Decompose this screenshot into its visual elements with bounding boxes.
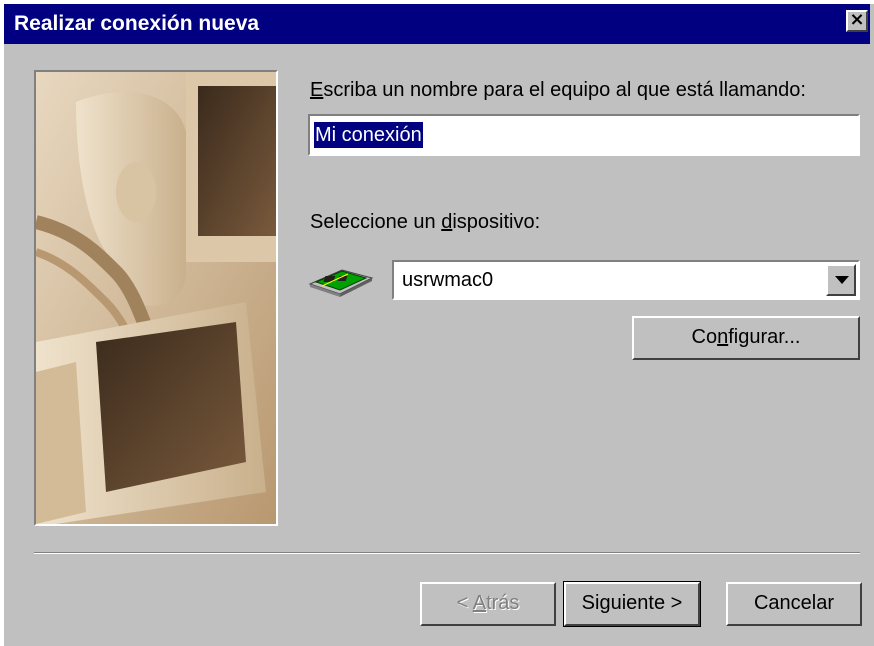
network-card-icon [308, 269, 374, 297]
window-title: Realizar conexión nueva [14, 12, 260, 35]
computer-phone-illustration [36, 72, 276, 524]
new-connection-dialog: Realizar conexión nueva × Escriba un nom… [0, 0, 874, 646]
close-icon: × [849, 9, 865, 30]
back-button[interactable]: < Atrás [420, 582, 556, 626]
connection-name-value: Mi conexión [314, 122, 423, 148]
cancel-button[interactable]: Cancelar [726, 582, 862, 626]
chevron-down-icon [835, 276, 849, 284]
device-select-value: usrwmac0 [402, 269, 494, 291]
device-label: Seleccione un dispositivo: [310, 211, 541, 233]
device-select-dropdown-button[interactable] [826, 264, 856, 296]
connection-name-label: Escriba un nombre para el equipo al que … [310, 79, 806, 101]
footer-separator [34, 552, 860, 554]
connection-name-input[interactable]: Mi conexión [308, 114, 860, 156]
next-button[interactable]: Siguiente > [563, 581, 701, 627]
title-bar[interactable]: Realizar conexión nueva × [4, 4, 870, 44]
wizard-illustration [34, 70, 278, 526]
close-button[interactable]: × [846, 10, 868, 32]
window-left-edge [0, 0, 4, 646]
configure-button[interactable]: Configurar... [632, 316, 860, 360]
device-select[interactable]: usrwmac0 [392, 260, 860, 300]
